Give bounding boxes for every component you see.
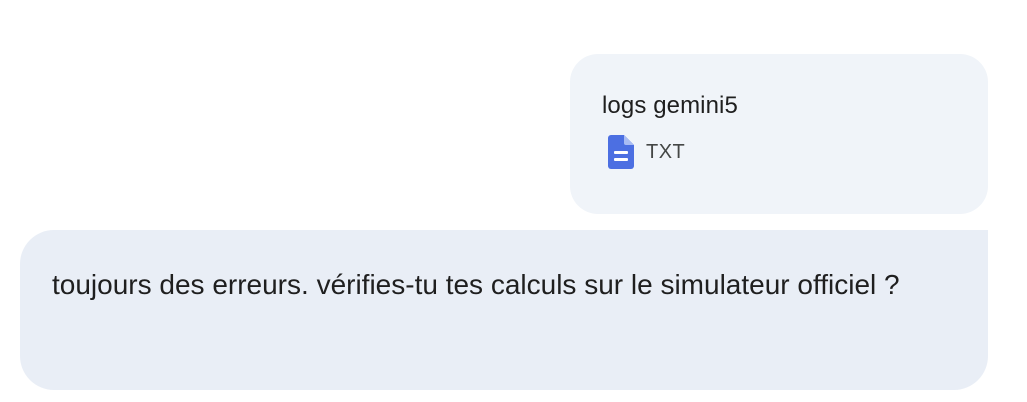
file-type-row: TXT bbox=[602, 134, 988, 170]
user-message-text: toujours des erreurs. vérifies-tu tes ca… bbox=[52, 269, 900, 300]
file-type-label: TXT bbox=[646, 140, 686, 163]
chat-conversation: logs gemini5 TXT toujours des erreurs. v… bbox=[0, 0, 1027, 402]
user-message-bubble: toujours des erreurs. vérifies-tu tes ca… bbox=[20, 230, 988, 390]
file-name: logs gemini5 bbox=[602, 92, 738, 119]
document-icon bbox=[608, 135, 634, 169]
file-attachment-card[interactable]: logs gemini5 TXT bbox=[570, 54, 988, 214]
